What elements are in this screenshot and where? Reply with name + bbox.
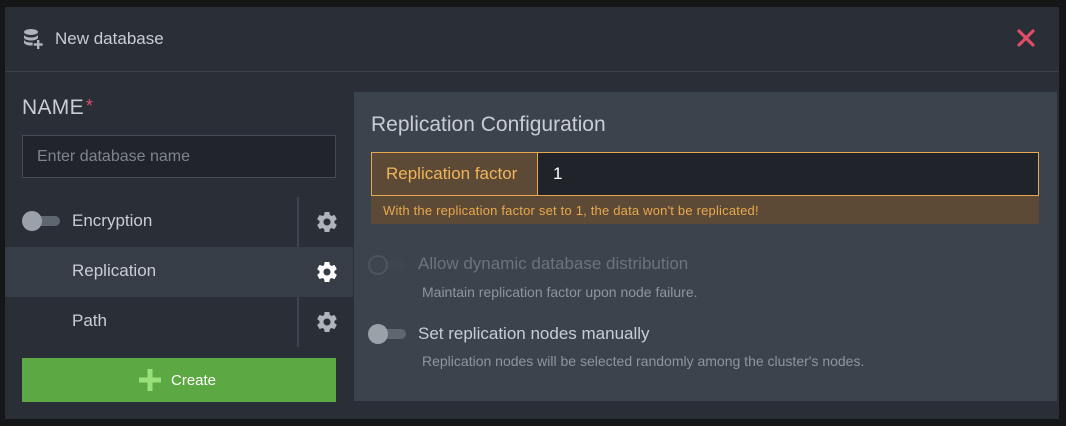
gear-icon[interactable]: [315, 310, 339, 334]
toggle-knob: [22, 211, 42, 231]
name-label-text: NAME: [22, 96, 84, 119]
database-name-input[interactable]: [22, 135, 336, 178]
dialog-header: New database: [5, 7, 1059, 72]
create-button[interactable]: Create: [22, 358, 336, 402]
sidebar-item-label: Encryption: [72, 211, 153, 230]
replication-factor-group: Replication factor 1: [371, 152, 1039, 196]
toggle-knob: [368, 255, 388, 275]
close-icon[interactable]: [1015, 27, 1037, 49]
replication-factor-label: Replication factor: [372, 153, 538, 195]
sidebar-item-label: Path: [72, 311, 107, 330]
manual-nodes-description: Replication nodes will be selected rando…: [422, 353, 865, 369]
create-button-label: Create: [171, 372, 217, 389]
dynamic-distribution-toggle[interactable]: [368, 255, 406, 275]
toggle-knob: [368, 324, 388, 344]
encryption-toggle[interactable]: [22, 211, 60, 231]
section-title: Replication Configuration: [371, 113, 606, 136]
left-panel: NAME* Encryption Replication Path: [5, 73, 353, 419]
sidebar-item-replication[interactable]: Replication: [5, 247, 353, 297]
manual-nodes-label: Set replication nodes manually: [418, 324, 650, 343]
replication-factor-input[interactable]: 1: [538, 153, 1038, 195]
manual-nodes-toggle[interactable]: [368, 324, 406, 344]
sidebar-item-path[interactable]: Path: [5, 297, 353, 347]
plus-icon: [139, 369, 161, 391]
required-mark: *: [85, 96, 94, 116]
sidebar-item-label: Replication: [72, 261, 157, 280]
divider: [297, 197, 299, 247]
dynamic-distribution-description: Maintain replication factor upon node fa…: [422, 284, 698, 300]
divider: [297, 297, 299, 347]
dialog-title: New database: [55, 29, 164, 48]
gear-icon[interactable]: [315, 210, 339, 234]
sidebar-item-encryption[interactable]: Encryption: [5, 197, 353, 247]
name-label: NAME *: [22, 96, 93, 120]
replication-factor-warning: With the replication factor set to 1, th…: [371, 196, 1039, 224]
gear-icon[interactable]: [315, 260, 339, 284]
replication-panel: Replication Configuration Replication fa…: [354, 92, 1057, 401]
dynamic-distribution-label: Allow dynamic database distribution: [418, 254, 689, 273]
database-add-icon: [24, 29, 43, 49]
new-database-dialog: New database NAME* Encryption Replicatio…: [5, 7, 1059, 419]
